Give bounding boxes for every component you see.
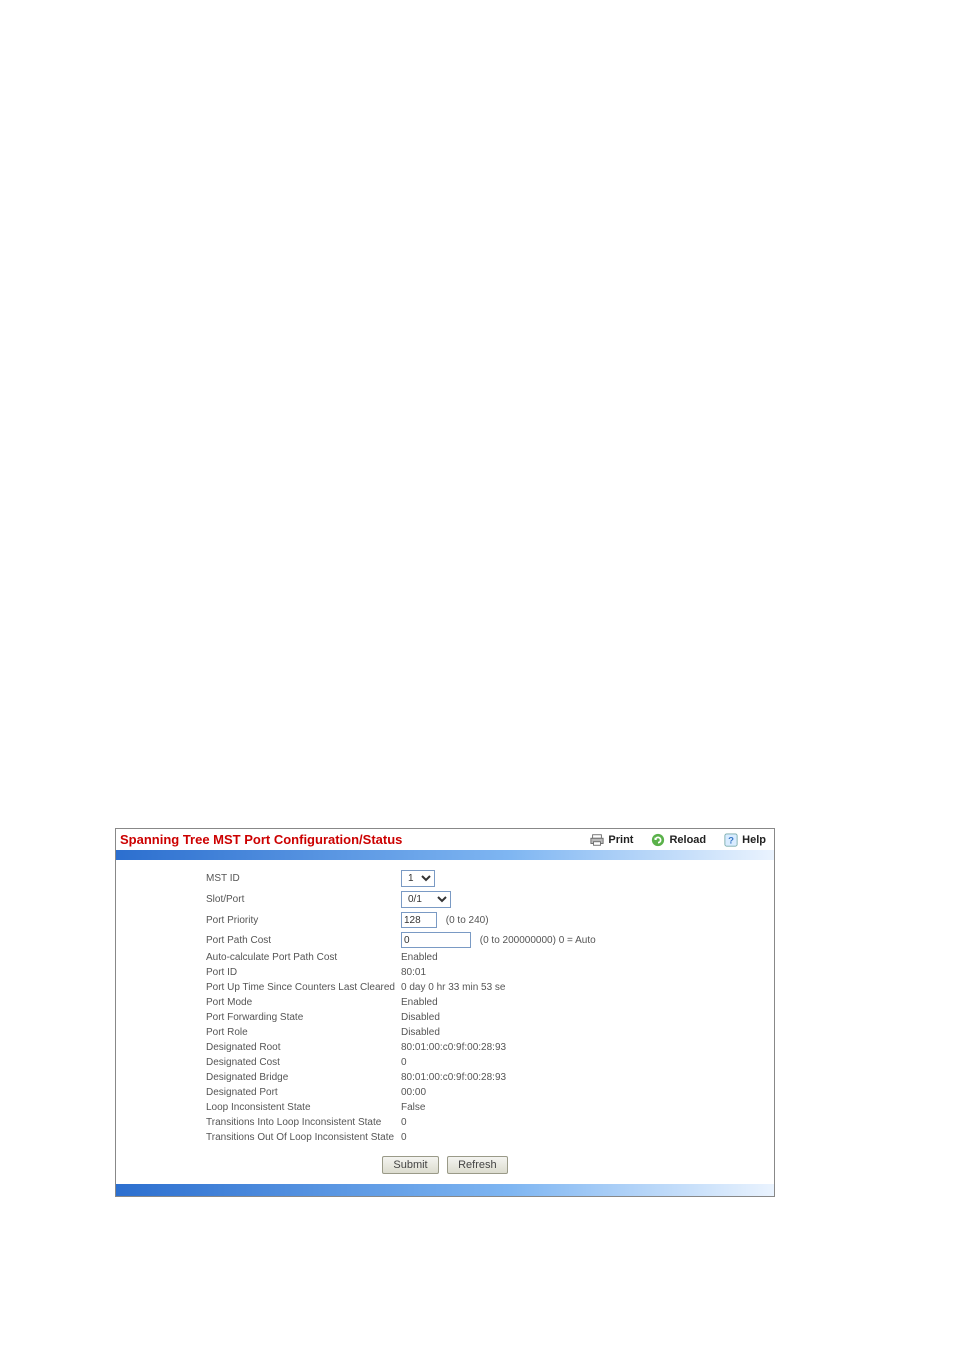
trans-out-label: Transitions Out Of Loop Inconsistent Sta… — [116, 1130, 401, 1145]
reload-link[interactable]: Reload — [651, 833, 706, 847]
fwd-state-value: Disabled — [401, 1010, 774, 1025]
port-id-label: Port ID — [116, 965, 401, 980]
port-role-value: Disabled — [401, 1025, 774, 1040]
port-id-value: 80:01 — [401, 965, 774, 980]
row-trans-out: Transitions Out Of Loop Inconsistent Sta… — [116, 1130, 774, 1145]
uptime-value: 0 day 0 hr 33 min 53 se — [401, 980, 774, 995]
port-priority-input[interactable] — [401, 912, 437, 928]
row-port-id: Port ID 80:01 — [116, 965, 774, 980]
row-trans-into: Transitions Into Loop Inconsistent State… — [116, 1115, 774, 1130]
help-label: Help — [742, 834, 766, 846]
title-bar: Spanning Tree MST Port Configuration/Sta… — [116, 829, 774, 850]
row-port-mode: Port Mode Enabled — [116, 995, 774, 1010]
des-root-value: 80:01:00:c0:9f:00:28:93 — [401, 1040, 774, 1055]
row-slot-port: Slot/Port 0/1 — [116, 889, 774, 910]
separator-bar-top — [116, 850, 774, 860]
des-root-label: Designated Root — [116, 1040, 401, 1055]
fields-table: MST ID 1 Slot/Port 0/1 Port Priority (0 … — [116, 868, 774, 1145]
des-bridge-value: 80:01:00:c0:9f:00:28:93 — [401, 1070, 774, 1085]
des-cost-label: Designated Cost — [116, 1055, 401, 1070]
row-mst-id: MST ID 1 — [116, 868, 774, 889]
des-bridge-label: Designated Bridge — [116, 1070, 401, 1085]
row-fwd-state: Port Forwarding State Disabled — [116, 1010, 774, 1025]
config-panel: Spanning Tree MST Port Configuration/Sta… — [115, 828, 775, 1197]
row-port-priority: Port Priority (0 to 240) — [116, 910, 774, 930]
slot-port-label: Slot/Port — [116, 889, 401, 910]
row-des-cost: Designated Cost 0 — [116, 1055, 774, 1070]
port-path-cost-label: Port Path Cost — [116, 930, 401, 950]
reload-label: Reload — [669, 834, 706, 846]
button-row: Submit Refresh — [116, 1145, 774, 1182]
mst-id-label: MST ID — [116, 868, 401, 889]
fwd-state-label: Port Forwarding State — [116, 1010, 401, 1025]
row-port-path-cost: Port Path Cost (0 to 200000000) 0 = Auto — [116, 930, 774, 950]
help-icon: ? — [724, 833, 738, 847]
port-priority-label: Port Priority — [116, 910, 401, 930]
port-mode-label: Port Mode — [116, 995, 401, 1010]
row-des-root: Designated Root 80:01:00:c0:9f:00:28:93 — [116, 1040, 774, 1055]
help-link[interactable]: ? Help — [724, 833, 766, 847]
uptime-label: Port Up Time Since Counters Last Cleared — [116, 980, 401, 995]
port-priority-hint: (0 to 240) — [446, 915, 489, 926]
row-uptime: Port Up Time Since Counters Last Cleared… — [116, 980, 774, 995]
auto-calc-label: Auto-calculate Port Path Cost — [116, 950, 401, 965]
loop-state-value: False — [401, 1100, 774, 1115]
svg-text:?: ? — [728, 835, 734, 846]
page-title: Spanning Tree MST Port Configuration/Sta… — [120, 832, 402, 847]
loop-state-label: Loop Inconsistent State — [116, 1100, 401, 1115]
port-path-cost-input[interactable] — [401, 932, 471, 948]
mst-id-select[interactable]: 1 — [401, 870, 435, 887]
trans-into-value: 0 — [401, 1115, 774, 1130]
trans-into-label: Transitions Into Loop Inconsistent State — [116, 1115, 401, 1130]
print-link[interactable]: Print — [590, 833, 633, 847]
row-des-bridge: Designated Bridge 80:01:00:c0:9f:00:28:9… — [116, 1070, 774, 1085]
slot-port-select[interactable]: 0/1 — [401, 891, 451, 908]
submit-button[interactable]: Submit — [382, 1156, 438, 1174]
port-path-cost-hint: (0 to 200000000) 0 = Auto — [480, 935, 596, 946]
port-mode-value: Enabled — [401, 995, 774, 1010]
des-cost-value: 0 — [401, 1055, 774, 1070]
row-port-role: Port Role Disabled — [116, 1025, 774, 1040]
print-icon — [590, 833, 604, 847]
trans-out-value: 0 — [401, 1130, 774, 1145]
print-label: Print — [608, 834, 633, 846]
refresh-button[interactable]: Refresh — [447, 1156, 508, 1174]
port-role-label: Port Role — [116, 1025, 401, 1040]
separator-bar-bottom — [116, 1184, 774, 1196]
title-actions: Print Reload ? Help — [590, 833, 766, 847]
des-port-label: Designated Port — [116, 1085, 401, 1100]
auto-calc-value: Enabled — [401, 950, 774, 965]
row-des-port: Designated Port 00:00 — [116, 1085, 774, 1100]
reload-icon — [651, 833, 665, 847]
row-loop-state: Loop Inconsistent State False — [116, 1100, 774, 1115]
row-auto-calc: Auto-calculate Port Path Cost Enabled — [116, 950, 774, 965]
des-port-value: 00:00 — [401, 1085, 774, 1100]
